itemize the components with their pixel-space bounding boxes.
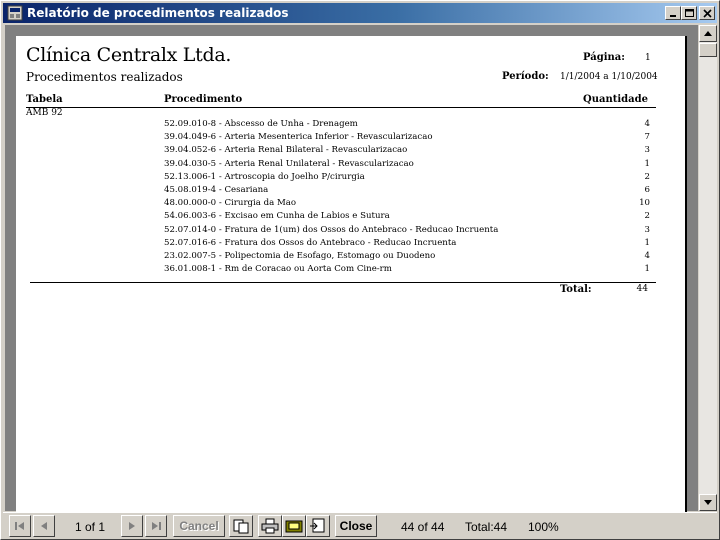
group-label: AMB 92 (26, 108, 63, 118)
export-button[interactable] (282, 515, 306, 537)
total-label: Total: (560, 284, 592, 295)
report-page: Clínica Centralx Ltda. Procedimentos rea… (16, 36, 687, 536)
print-button[interactable] (258, 515, 282, 537)
table-row: 39.04.052-6 - Arteria Renal Bilateral - … (16, 145, 687, 158)
page-label: Página: (583, 52, 625, 63)
last-page-button[interactable] (145, 515, 167, 537)
previous-page-icon (41, 522, 47, 530)
procedure-name: 48.00.000-0 - Cirurgia da Mao (164, 198, 297, 209)
title-bar[interactable]: Relatório de procedimentos realizados (3, 3, 717, 23)
minimize-icon (670, 15, 676, 17)
report-subtitle: Procedimentos realizados (26, 70, 183, 84)
first-page-icon (15, 522, 24, 530)
table-row: 52.13.006-1 - Artroscopia do Joelho P/ci… (16, 172, 687, 185)
procedure-name: 52.07.016-6 - Fratura dos Ossos do Anteb… (164, 237, 457, 248)
company-name: Clínica Centralx Ltda. (26, 44, 232, 66)
procedure-quantity: 7 (644, 132, 650, 143)
page-value: 1 (645, 53, 651, 63)
procedure-quantity: 4 (644, 119, 650, 129)
table-row: 45.08.019-4 - Cesariana 6 (16, 185, 687, 198)
procedure-list: 52.09.010-8 - Abscesso de Unha - Drenage… (16, 119, 687, 277)
maximize-button[interactable] (681, 6, 697, 20)
period-value: 1/1/2004 a 1/10/2004 (560, 72, 658, 82)
window-title: Relatório de procedimentos realizados (27, 6, 289, 20)
procedure-quantity: 4 (644, 250, 650, 261)
procedure-name: 45.08.019-4 - Cesariana (164, 184, 269, 195)
procedure-name: 52.13.006-1 - Artroscopia do Joelho P/ci… (164, 171, 365, 182)
procedure-name: 36.01.008-1 - Rm de Coracao ou Aorta Com… (164, 264, 392, 275)
column-header-tabela: Tabela (26, 94, 63, 105)
total-count: Total:44 (465, 520, 508, 534)
report-app-icon (7, 5, 23, 21)
cancel-button[interactable]: Cancel (173, 515, 225, 537)
first-page-button[interactable] (9, 515, 31, 537)
total-divider (30, 282, 656, 283)
table-row: 39.04.030-5 - Arteria Renal Unilateral -… (16, 159, 687, 172)
procedure-quantity: 1 (644, 158, 650, 169)
maximize-icon (685, 9, 694, 17)
procedure-quantity: 2 (644, 171, 650, 182)
procedure-quantity: 6 (644, 184, 650, 195)
table-row: 48.00.000-0 - Cirurgia da Mao 10 (16, 198, 687, 211)
period-label: Período: (502, 71, 549, 82)
close-icon (703, 9, 712, 18)
page-indicator: 1 of 1 (75, 520, 106, 534)
close-button[interactable]: Close (335, 515, 377, 537)
table-row: 52.09.010-8 - Abscesso de Unha - Drenage… (16, 119, 687, 132)
page-setup-icon (233, 519, 249, 534)
close-window-button[interactable] (699, 6, 715, 20)
scroll-up-button[interactable] (699, 25, 717, 42)
next-page-button[interactable] (121, 515, 143, 537)
procedure-name: 23.02.007-5 - Polipectomia de Esofago, E… (164, 250, 436, 261)
column-header-quantidade: Quantidade (583, 94, 648, 105)
procedure-name: 52.07.014-0 - Fratura de 1(um) dos Ossos… (164, 224, 499, 235)
column-header-procedimento: Procedimento (164, 94, 243, 105)
procedure-quantity: 10 (639, 198, 650, 209)
minimize-button[interactable] (665, 6, 681, 20)
table-row: 54.06.003-6 - Excisao em Cunha de Labios… (16, 211, 687, 224)
procedure-quantity: 3 (644, 145, 650, 156)
printer-icon (261, 518, 279, 534)
vertical-scrollbar[interactable] (699, 25, 717, 511)
procedure-name: 39.04.030-5 - Arteria Renal Unilateral -… (164, 158, 414, 169)
send-icon (310, 518, 325, 533)
export-icon (285, 520, 303, 533)
procedure-quantity: 2 (644, 211, 650, 222)
next-page-icon (129, 522, 135, 530)
procedure-name: 39.04.052-6 - Arteria Renal Bilateral - … (164, 145, 408, 156)
page-setup-button[interactable] (229, 515, 253, 537)
procedure-quantity: 1 (644, 237, 650, 248)
previous-page-button[interactable] (33, 515, 55, 537)
procedure-quantity: 1 (644, 264, 650, 275)
header-divider (26, 107, 656, 108)
scroll-down-button[interactable] (699, 494, 717, 511)
procedure-name: 39.04.049-6 - Arteria Mesenterica Inferi… (164, 132, 433, 143)
preview-toolbar: 1 of 1 Cancel Close 44 of 44 Total:44 10… (3, 512, 717, 538)
table-row: 39.04.049-6 - Arteria Mesenterica Inferi… (16, 132, 687, 145)
arrow-down-icon (704, 500, 712, 505)
table-row: 52.07.014-0 - Fratura de 1(um) dos Ossos… (16, 225, 687, 238)
table-row: 36.01.008-1 - Rm de Coracao ou Aorta Com… (16, 264, 687, 277)
last-page-icon (152, 522, 161, 530)
table-row: 52.07.016-6 - Fratura dos Ossos do Anteb… (16, 238, 687, 251)
table-row: 23.02.007-5 - Polipectomia de Esofago, E… (16, 251, 687, 264)
procedure-name: 54.06.003-6 - Excisao em Cunha de Labios… (164, 211, 390, 222)
records-count: 44 of 44 (401, 520, 445, 534)
procedure-name: 52.09.010-8 - Abscesso de Unha - Drenage… (164, 119, 358, 129)
report-viewport[interactable]: Clínica Centralx Ltda. Procedimentos rea… (5, 25, 698, 536)
arrow-up-icon (704, 31, 712, 36)
zoom-level: 100% (528, 520, 559, 534)
report-window: Relatório de procedimentos realizados Cl… (0, 0, 720, 540)
total-value: 44 (636, 284, 648, 294)
scroll-thumb[interactable] (699, 43, 717, 57)
send-button[interactable] (306, 515, 330, 537)
procedure-quantity: 3 (644, 224, 650, 235)
